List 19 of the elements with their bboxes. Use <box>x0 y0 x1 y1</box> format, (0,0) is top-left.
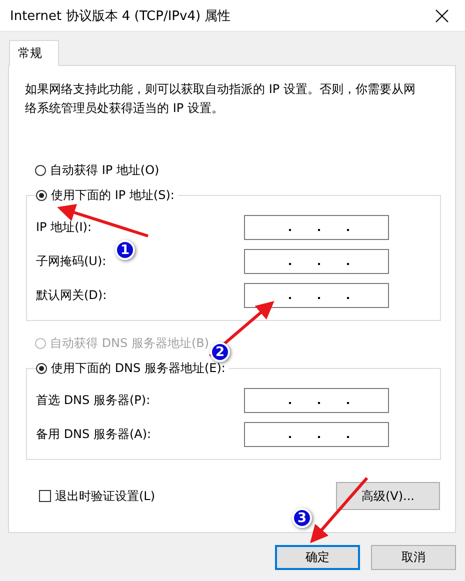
ip-address-field[interactable] <box>244 283 389 308</box>
field-label: 默认网关(D): <box>36 287 108 304</box>
window-title: Internet 协议版本 4 (TCP/IPv4) 属性 <box>10 8 231 24</box>
dialog-button[interactable]: 确定 <box>275 545 360 570</box>
ip-address-field[interactable] <box>244 249 389 274</box>
annotation-arrow <box>209 301 274 358</box>
field-label: 子网掩码(U): <box>36 253 108 270</box>
ip-address-field[interactable] <box>244 215 389 240</box>
description-text: 如果网络支持此功能，则可以获取自动指派的 IP 设置。否则，你需要从网络系统管理员处获得适当的 IP 设置。 <box>25 81 416 117</box>
field-label: 首选 DNS 服务器(P): <box>36 392 152 409</box>
advanced-button[interactable]: 高级(V)... <box>336 482 440 510</box>
dialog-button[interactable]: 取消 <box>371 545 456 570</box>
field-label: 备用 DNS 服务器(A): <box>36 426 152 443</box>
validate-checkbox[interactable]: 退出时验证设置(L) <box>39 488 156 504</box>
tab[interactable]: 常规 <box>9 40 59 66</box>
ip-address-field[interactable] <box>244 422 389 447</box>
close-icon[interactable] <box>435 8 449 22</box>
ip-address-field[interactable] <box>244 388 389 413</box>
field-label: IP 地址(I): <box>36 219 93 236</box>
